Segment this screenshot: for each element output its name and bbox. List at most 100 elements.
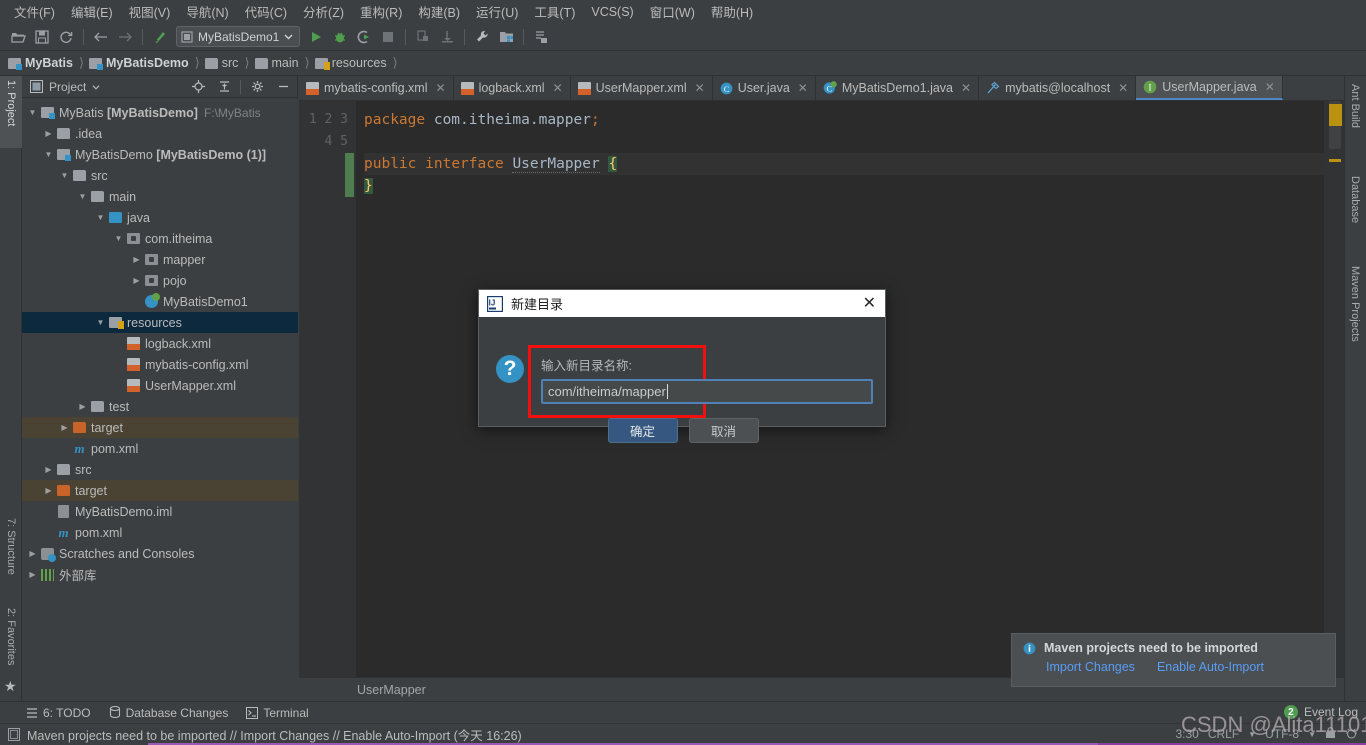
line-separator-chevron[interactable]: ▼ (1248, 730, 1256, 739)
breadcrumb-item-src[interactable]: src (204, 56, 243, 70)
save-icon[interactable] (30, 26, 54, 48)
breadcrumb-item-main[interactable]: main (254, 56, 303, 70)
settings-gear-icon[interactable] (247, 78, 267, 96)
tree-row-test[interactable]: ▶ test (22, 396, 298, 417)
maven-import-notification[interactable]: Maven projects need to be imported Impor… (1011, 633, 1336, 687)
collapse-arrow-icon[interactable]: ▼ (58, 171, 71, 180)
tree-row-target-outer[interactable]: ▶ target (22, 480, 298, 501)
breadcrumb-item-mybatisdemo[interactable]: MyBatisDemo (89, 56, 193, 70)
cancel-button[interactable]: 取消 (688, 418, 759, 443)
tree-row-scratches[interactable]: ▶ Scratches and Consoles (22, 543, 298, 564)
expand-arrow-icon[interactable]: ▶ (26, 570, 39, 579)
bottom-item-database-changes[interactable]: Database Changes (109, 706, 228, 720)
tree-row-pojo[interactable]: ▶ pojo (22, 270, 298, 291)
collapse-arrow-icon[interactable]: ▼ (26, 108, 39, 117)
tree-row-resources[interactable]: ▼ resources (22, 312, 298, 333)
close-icon[interactable]: ✕ (798, 81, 808, 95)
caret-position[interactable]: 3:30 (1175, 727, 1198, 741)
expand-arrow-icon[interactable]: ▶ (26, 549, 39, 558)
menu-item-analyze[interactable]: 分析(Z) (295, 0, 352, 23)
menu-item-vcs[interactable]: VCS(S) (583, 3, 641, 21)
close-icon[interactable]: ✕ (553, 81, 563, 95)
menu-item-window[interactable]: 窗口(W) (642, 0, 703, 23)
status-message[interactable]: Maven projects need to be imported // Im… (27, 725, 522, 744)
expand-arrow-icon[interactable]: ▶ (42, 129, 55, 138)
tab-logback-xml[interactable]: logback.xml ✕ (454, 76, 571, 100)
event-log-area[interactable]: 2 Event Log (1283, 701, 1358, 723)
sidebar-item-database[interactable]: Database (1344, 172, 1366, 250)
tree-row-com-itheima[interactable]: ▼ com.itheima (22, 228, 298, 249)
menu-item-code[interactable]: 代码(C) (237, 0, 295, 23)
tree-row-java[interactable]: ▼ java (22, 207, 298, 228)
warning-stripe[interactable] (1329, 159, 1341, 162)
collapse-arrow-icon[interactable]: ▼ (76, 192, 89, 201)
encoding[interactable]: UTF-8 (1265, 727, 1299, 741)
collapse-arrow-icon[interactable]: ▼ (42, 150, 55, 159)
collapse-arrow-icon[interactable]: ▼ (112, 234, 125, 243)
tree-row-pom-outer[interactable]: m pom.xml (22, 522, 298, 543)
run-configuration-selector[interactable]: MyBatisDemo1 (176, 26, 301, 47)
expand-arrow-icon[interactable]: ▶ (130, 255, 143, 264)
tree-row-mybatis[interactable]: ▼ MyBatis [MyBatisDemo] F:\MyBatis (22, 102, 298, 123)
build-icon[interactable] (148, 26, 172, 48)
menu-item-file[interactable]: 文件(F) (6, 0, 63, 23)
back-arrow-icon[interactable] (89, 26, 113, 48)
sync-icon[interactable] (54, 26, 78, 48)
warning-marker-icon[interactable] (1329, 104, 1342, 126)
line-separator[interactable]: CRLF (1208, 727, 1239, 741)
expand-arrow-icon[interactable]: ▶ (76, 402, 89, 411)
expand-arrow-icon[interactable]: ▶ (58, 423, 71, 432)
event-log-label[interactable]: Event Log (1304, 705, 1358, 719)
tree-row-pom-inner[interactable]: m pom.xml (22, 438, 298, 459)
directory-name-input[interactable]: com/itheima/mapper (541, 379, 873, 404)
tree-row-src-outer[interactable]: ▶ src (22, 459, 298, 480)
menu-item-tools[interactable]: 工具(T) (526, 0, 583, 23)
sidebar-item-ant-build[interactable]: Ant Build (1344, 80, 1366, 158)
run-icon[interactable] (304, 26, 328, 48)
breadcrumb-item-mybatis[interactable]: MyBatis (8, 56, 77, 70)
tab-mybatisdemo1-java[interactable]: C MyBatisDemo1.java ✕ (816, 76, 980, 100)
enable-auto-import-link[interactable]: Enable Auto-Import (1157, 660, 1264, 674)
bottom-item-terminal[interactable]: Terminal (246, 706, 309, 720)
run-with-coverage-icon[interactable] (352, 26, 376, 48)
collapse-all-icon[interactable] (214, 78, 234, 96)
close-icon[interactable]: ✕ (860, 295, 879, 312)
tree-row-target-inner[interactable]: ▶ target (22, 417, 298, 438)
close-icon[interactable]: ✕ (436, 81, 446, 95)
tree-row-mapper[interactable]: ▶ mapper (22, 249, 298, 270)
tab-usermapper-java[interactable]: I UserMapper.java ✕ (1136, 76, 1283, 100)
lock-icon[interactable] (1325, 726, 1336, 742)
project-tree[interactable]: ▼ MyBatis [MyBatisDemo] F:\MyBatis ▶ .id… (22, 99, 298, 701)
tab-mybatis-localhost[interactable]: mybatis@localhost ✕ (979, 76, 1137, 100)
tree-row-external-libraries[interactable]: ▶ 外部库 (22, 564, 298, 585)
chevron-down-icon[interactable] (92, 83, 100, 91)
event-icon[interactable] (1345, 727, 1358, 742)
locate-icon[interactable] (188, 78, 208, 96)
menu-item-view[interactable]: 视图(V) (121, 0, 179, 23)
bottom-item-todo[interactable]: 6: TODO (26, 706, 91, 720)
close-icon[interactable]: ✕ (695, 81, 705, 95)
collapse-arrow-icon[interactable]: ▼ (94, 213, 107, 222)
sidebar-item-structure[interactable]: 7: Structure (0, 514, 22, 600)
menu-item-navigate[interactable]: 导航(N) (178, 0, 236, 23)
tree-row-mybatisdemo1[interactable]: MyBatisDemo1 (22, 291, 298, 312)
menu-item-edit[interactable]: 编辑(E) (63, 0, 121, 23)
tab-user-java[interactable]: C User.java ✕ (713, 76, 816, 100)
menu-item-refactor[interactable]: 重构(R) (352, 0, 410, 23)
forward-arrow-icon[interactable] (113, 26, 137, 48)
menu-item-build[interactable]: 构建(B) (410, 0, 468, 23)
collapse-arrow-icon[interactable]: ▼ (94, 318, 107, 327)
sidebar-item-project[interactable]: 1: Project (0, 76, 22, 148)
menu-item-help[interactable]: 帮助(H) (703, 0, 761, 23)
tree-row-mybatisdemo[interactable]: ▼ MyBatisDemo [MyBatisDemo (1)] (22, 144, 298, 165)
encoding-chevron[interactable]: ▼ (1308, 730, 1316, 739)
ok-button[interactable]: 确定 (607, 418, 678, 443)
settings-wrench-icon[interactable] (470, 26, 494, 48)
expand-arrow-icon[interactable]: ▶ (42, 486, 55, 495)
tab-mybatis-config-xml[interactable]: mybatis-config.xml ✕ (299, 76, 454, 100)
menu-item-run[interactable]: 运行(U) (468, 0, 526, 23)
tree-row-iml[interactable]: MyBatisDemo.iml (22, 501, 298, 522)
tree-row-mybatis-config-xml[interactable]: mybatis-config.xml (22, 354, 298, 375)
project-structure-icon[interactable] (494, 26, 518, 48)
expand-arrow-icon[interactable]: ▶ (130, 276, 143, 285)
